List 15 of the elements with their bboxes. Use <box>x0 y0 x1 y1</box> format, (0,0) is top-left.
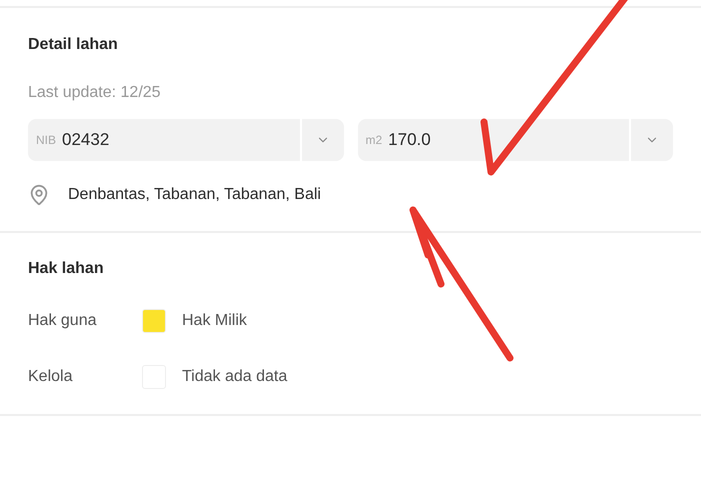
row-value: Tidak ada data <box>182 367 288 387</box>
field-value: 170.0 <box>388 129 432 152</box>
location-pin-icon <box>28 184 50 206</box>
dropdown-field[interactable]: m2 170.0 <box>358 119 673 161</box>
row-value: Hak Milik <box>182 311 247 331</box>
row-label: Kelola <box>28 367 74 387</box>
location-text: Denbantas, Tabanan, Tabanan, Bali <box>68 185 321 205</box>
dropdown-field[interactable]: NIB 02432 <box>28 119 344 161</box>
section-title: Detail lahan <box>28 35 119 55</box>
field-value: 02432 <box>62 129 110 152</box>
section-title: Hak lahan <box>28 259 105 279</box>
row-label: Hak guna <box>28 311 98 331</box>
field-prefix: NIB <box>36 132 56 149</box>
field-prefix: m2 <box>366 132 382 149</box>
last-update-text: Last update: 12/25 <box>28 83 162 103</box>
